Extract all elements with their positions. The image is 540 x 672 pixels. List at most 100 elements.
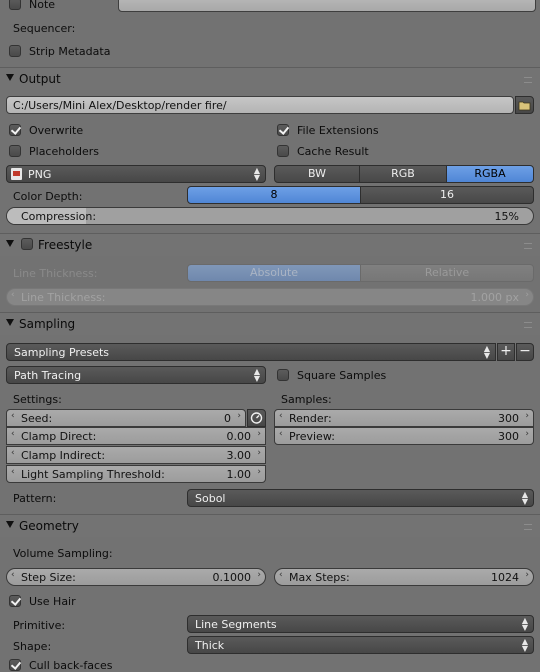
collapse-triangle-icon[interactable] (6, 240, 14, 247)
collapse-triangle-icon[interactable] (6, 521, 14, 528)
integrator-dropdown[interactable]: Path Tracing ▲ ▼ (6, 366, 266, 384)
folder-icon[interactable] (515, 96, 534, 114)
decrement-arrow-icon[interactable]: ‹ (11, 290, 15, 300)
increment-arrow-icon[interactable]: › (525, 570, 529, 580)
file-format-dropdown[interactable]: PNG ▲ ▼ (6, 165, 266, 183)
sampling-panel-title: Sampling (19, 317, 76, 331)
increment-arrow-icon[interactable]: › (525, 290, 529, 300)
square-samples-checkbox[interactable] (277, 369, 289, 381)
line-thickness-field[interactable]: ‹ Line Thickness: 1.000 px › (6, 288, 534, 306)
render-samples-label: Render: (289, 412, 332, 425)
seed-value: 0 (224, 412, 231, 425)
color-depth-16-button[interactable]: 16 (360, 186, 534, 204)
overwrite-label: Overwrite (29, 124, 84, 137)
random-seed-icon[interactable] (247, 409, 266, 427)
line-thickness-value: 1.000 px (470, 291, 519, 304)
decrement-arrow-icon[interactable]: ‹ (11, 467, 15, 477)
increment-arrow-icon[interactable]: › (257, 429, 261, 439)
shape-dropdown[interactable]: Thick ▲ ▼ (187, 636, 534, 654)
line-thickness-mode-label: Line Thickness: (13, 267, 98, 280)
strip-metadata-label: Strip Metadata (29, 45, 111, 58)
cull-backfaces-checkbox[interactable] (9, 659, 21, 671)
light-threshold-field[interactable]: ‹ Light Sampling Threshold: 1.00 › (6, 465, 266, 483)
sampling-presets-dropdown[interactable]: Sampling Presets ▲ ▼ (6, 343, 496, 361)
file-extensions-checkbox[interactable] (277, 124, 289, 136)
collapse-triangle-icon[interactable] (6, 319, 14, 326)
output-path-field[interactable]: C:/Users/Mini Alex/Desktop/render fire/ (6, 96, 514, 114)
clamp-indirect-field[interactable]: ‹ Clamp Indirect: 3.00 › (6, 446, 266, 464)
preview-samples-value: 300 (498, 430, 519, 443)
sampling-presets-label: Sampling Presets (14, 346, 110, 359)
dropdown-arrows-icon: ▲ ▼ (253, 166, 260, 182)
line-thickness-field-label: Line Thickness: (21, 291, 106, 304)
render-samples-field[interactable]: ‹ Render: 300 › (274, 409, 534, 427)
minus-icon[interactable]: − (516, 343, 534, 361)
increment-arrow-icon[interactable]: › (257, 570, 261, 580)
decrement-arrow-icon[interactable]: ‹ (11, 448, 15, 458)
preview-samples-label: Preview: (289, 430, 335, 443)
strip-metadata-checkbox[interactable] (9, 45, 21, 57)
dropdown-arrows-icon: ▲ ▼ (483, 344, 490, 360)
color-mode-rgb-button[interactable]: RGB (359, 165, 447, 183)
increment-arrow-icon[interactable]: › (525, 429, 529, 439)
freestyle-panel-header[interactable]: Freestyle (0, 234, 540, 256)
drag-grip-icon[interactable] (524, 243, 532, 249)
use-hair-checkbox[interactable] (9, 595, 21, 607)
render-samples-value: 300 (498, 412, 519, 425)
file-format-value: PNG (28, 168, 52, 181)
decrement-arrow-icon[interactable]: ‹ (279, 411, 283, 421)
thickness-relative-button[interactable]: Relative (360, 264, 534, 282)
color-depth-8-button[interactable]: 8 (187, 186, 361, 204)
primitive-dropdown[interactable]: Line Segments ▲ ▼ (187, 615, 534, 633)
seed-field[interactable]: ‹ Seed: 0 › (6, 409, 246, 427)
max-steps-field[interactable]: ‹ Max Steps: 1024 › (274, 568, 534, 586)
increment-arrow-icon[interactable]: › (257, 467, 261, 477)
color-mode-rgba-button[interactable]: RGBA (446, 165, 534, 183)
seed-label: Seed: (21, 412, 53, 425)
cache-result-checkbox[interactable] (277, 145, 289, 157)
step-size-field[interactable]: ‹ Step Size: 0.1000 › (6, 568, 266, 586)
placeholders-checkbox[interactable] (9, 145, 21, 157)
pattern-dropdown[interactable]: Sobol ▲ ▼ (187, 489, 534, 507)
color-mode-bw-button[interactable]: BW (274, 165, 360, 183)
cache-result-label: Cache Result (297, 145, 369, 158)
plus-icon[interactable]: + (497, 343, 515, 361)
decrement-arrow-icon[interactable]: ‹ (11, 570, 15, 580)
clamp-indirect-value: 3.00 (226, 449, 252, 462)
thickness-absolute-button[interactable]: Absolute (187, 264, 361, 282)
sampling-panel-header[interactable]: Sampling (0, 313, 540, 335)
square-samples-label: Square Samples (297, 369, 387, 382)
compression-label: Compression: (21, 210, 97, 223)
shape-value: Thick (195, 639, 225, 652)
use-hair-label: Use Hair (29, 595, 76, 608)
increment-arrow-icon[interactable]: › (237, 411, 241, 421)
decrement-arrow-icon[interactable]: ‹ (279, 570, 283, 580)
output-path-value: C:/Users/Mini Alex/Desktop/render fire/ (13, 99, 227, 112)
note-field[interactable] (118, 0, 536, 12)
decrement-arrow-icon[interactable]: ‹ (279, 429, 283, 439)
compression-slider[interactable]: Compression: 15% (6, 207, 534, 225)
output-panel-header[interactable]: Output (0, 68, 540, 90)
settings-label: Settings: (13, 393, 62, 406)
overwrite-checkbox[interactable] (9, 124, 21, 136)
step-size-value: 0.1000 (212, 571, 252, 584)
note-checkbox[interactable] (9, 0, 21, 10)
geometry-panel-header[interactable]: Geometry (0, 515, 540, 537)
decrement-arrow-icon[interactable]: ‹ (11, 411, 15, 421)
placeholders-label: Placeholders (29, 145, 100, 158)
dropdown-arrows-icon: ▲ ▼ (521, 616, 528, 632)
drag-grip-icon[interactable] (524, 524, 532, 530)
drag-grip-icon[interactable] (524, 77, 532, 83)
drag-grip-icon[interactable] (524, 322, 532, 328)
decrement-arrow-icon[interactable]: ‹ (11, 429, 15, 439)
preview-samples-field[interactable]: ‹ Preview: 300 › (274, 427, 534, 445)
collapse-triangle-icon[interactable] (6, 74, 14, 81)
increment-arrow-icon[interactable]: › (257, 448, 261, 458)
light-threshold-value: 1.00 (226, 468, 252, 481)
max-steps-value: 1024 (491, 571, 519, 584)
file-extensions-label: File Extensions (297, 124, 379, 137)
clamp-direct-field[interactable]: ‹ Clamp Direct: 0.00 › (6, 427, 266, 445)
freestyle-checkbox[interactable] (21, 238, 33, 250)
increment-arrow-icon[interactable]: › (525, 411, 529, 421)
clamp-direct-value: 0.00 (226, 430, 252, 443)
